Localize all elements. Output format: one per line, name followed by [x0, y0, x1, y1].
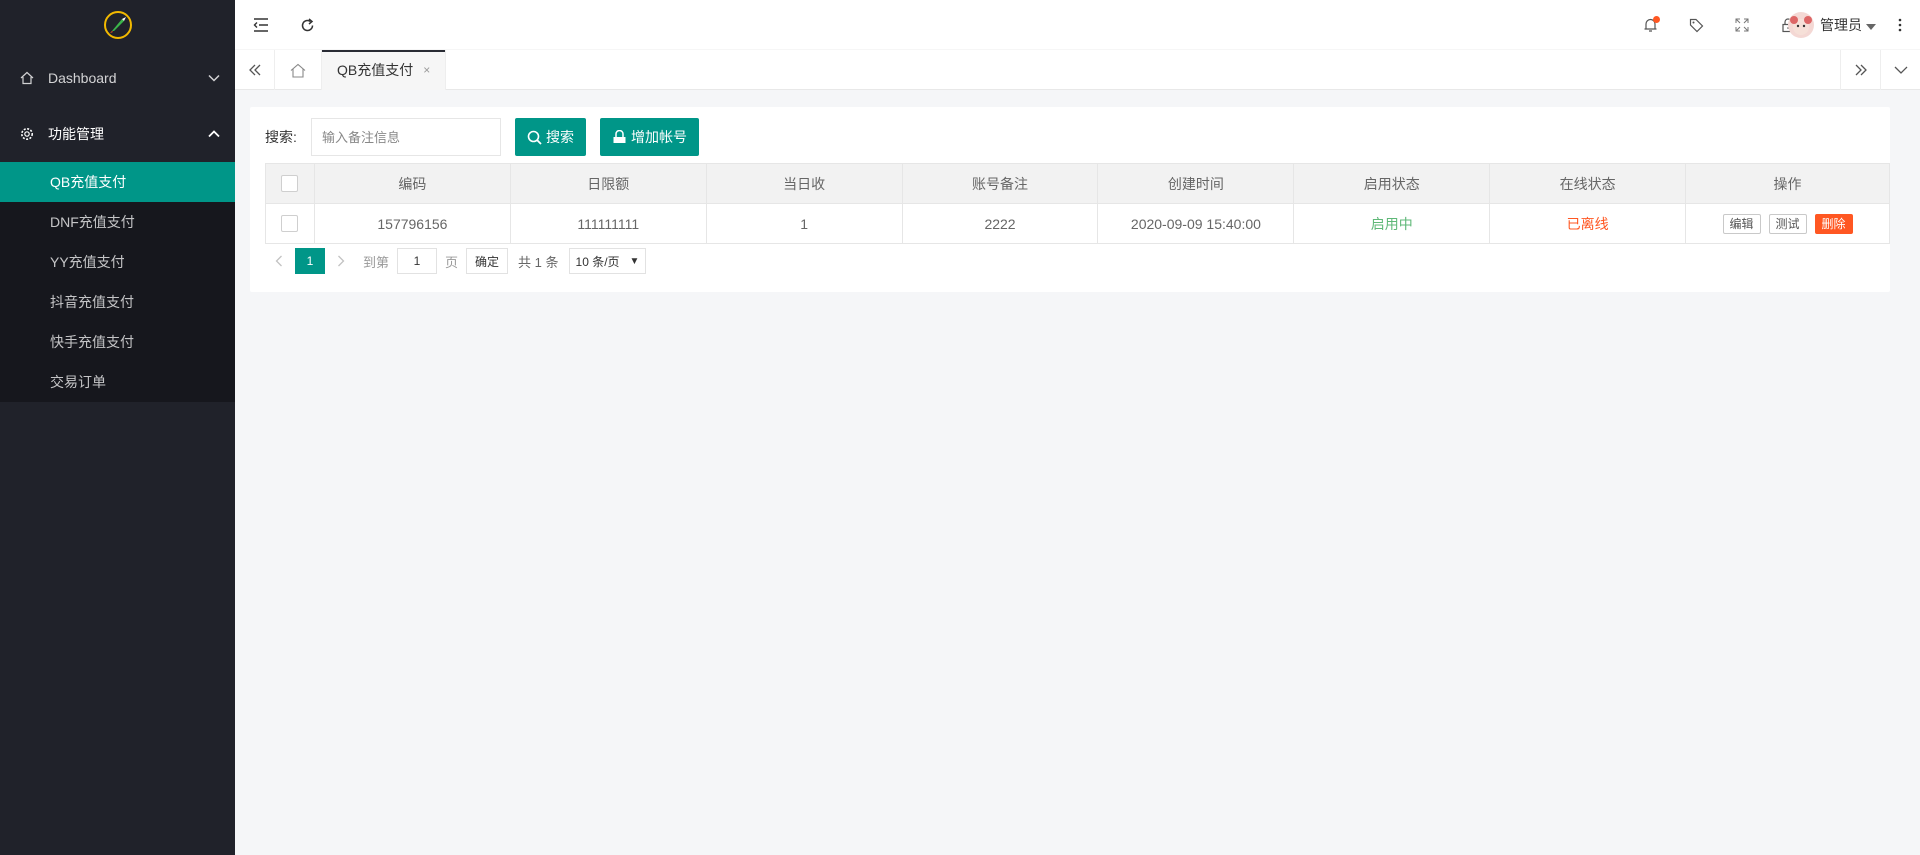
column-header: 操作	[1685, 163, 1890, 204]
current-page[interactable]: 1	[295, 248, 325, 274]
home-icon	[20, 71, 34, 85]
tabs-dropdown-icon[interactable]	[1880, 50, 1920, 90]
sidebar-item-yy[interactable]: YY充值支付	[0, 242, 235, 282]
page-size-value: 10 条/页	[575, 254, 620, 269]
goto-confirm-button[interactable]: 确定	[466, 248, 509, 274]
add-account-button[interactable]: 增加帐号	[600, 118, 699, 156]
main-content: 搜索: 搜索 增加帐号 编码 日限额 当日收 账号备注 创建时间	[235, 90, 1920, 855]
search-icon	[527, 130, 542, 145]
close-icon[interactable]: ×	[423, 63, 430, 77]
fullscreen-icon[interactable]	[1722, 0, 1762, 50]
search-input[interactable]	[311, 118, 501, 156]
total-count: 共 1 条	[518, 254, 559, 270]
cell-code: 157796156	[313, 203, 511, 244]
sidebar-item-douyin[interactable]: 抖音充值支付	[0, 282, 235, 322]
more-icon[interactable]	[1880, 0, 1920, 50]
column-header[interactable]: 在线状态	[1489, 163, 1687, 204]
refresh-icon[interactable]	[287, 0, 327, 50]
edit-button[interactable]: 编辑	[1722, 213, 1761, 234]
sidebar-group-function-management[interactable]: 功能管理	[0, 106, 235, 162]
search-label: 搜索:	[265, 129, 297, 145]
sidebar-item-qb[interactable]: QB充值支付	[0, 162, 235, 202]
home-tab-icon[interactable]	[275, 50, 322, 90]
sidebar-submenu: QB充值支付 DNF充值支付 YY充值支付 抖音充值支付 快手充值支付 交易订单	[0, 162, 235, 402]
content-card: 搜索: 搜索 增加帐号 编码 日限额 当日收 账号备注 创建时间	[250, 107, 1890, 292]
sidebar: Dashboard 功能管理 QB充值支付 DNF充值支付 YY充值支付 抖音充…	[0, 0, 235, 855]
avatar	[1788, 12, 1814, 38]
sidebar-group-label: 功能管理	[48, 126, 104, 142]
tab-label: QB充值支付	[337, 62, 414, 78]
search-button[interactable]: 搜索	[515, 118, 586, 156]
goto-label: 到第	[363, 254, 390, 270]
caret-down-icon	[1866, 17, 1876, 33]
search-button-label: 搜索	[546, 129, 574, 145]
table-row: 157796156 111111111 1 2222 2020-09-09 15…	[265, 203, 1890, 244]
column-header[interactable]: 编码	[313, 163, 511, 204]
cell-remark: 2222	[901, 203, 1099, 244]
sidebar-group-label: Dashboard	[48, 70, 117, 86]
accounts-table: 编码 日限额 当日收 账号备注 创建时间 启用状态 在线状态 操作 157796…	[265, 163, 1890, 244]
tag-icon[interactable]	[1676, 0, 1716, 50]
sidebar-item-kuaishou[interactable]: 快手充值支付	[0, 322, 235, 362]
add-account-label: 增加帐号	[631, 129, 687, 145]
rocket-logo-icon	[103, 11, 132, 39]
chevron-up-icon	[207, 127, 221, 141]
menu-fold-icon[interactable]	[241, 0, 281, 50]
cell-enabled-status: 启用中	[1293, 203, 1491, 244]
sidebar-group-dashboard[interactable]: Dashboard	[0, 50, 235, 106]
tabs-scroll-right-icon[interactable]	[1840, 50, 1880, 90]
column-header[interactable]: 当日收	[705, 163, 903, 204]
notification-dot	[1653, 16, 1660, 23]
pagination: 1 到第 页 确定 共 1 条 10 条/页 ▼	[265, 246, 647, 276]
row-select-cell[interactable]	[265, 203, 315, 244]
sidebar-item-orders[interactable]: 交易订单	[0, 362, 235, 402]
column-header[interactable]: 启用状态	[1293, 163, 1491, 204]
cell-created: 2020-09-09 15:40:00	[1097, 203, 1295, 244]
logo[interactable]	[0, 0, 235, 50]
tab-qb-recharge[interactable]: QB充值支付 ×	[322, 50, 447, 90]
tabs-bar: QB充值支付 ×	[235, 50, 1920, 90]
bell-icon[interactable]	[1630, 0, 1670, 50]
column-header[interactable]: 创建时间	[1097, 163, 1295, 204]
sidebar-item-dnf[interactable]: DNF充值支付	[0, 202, 235, 242]
delete-button[interactable]: 删除	[1814, 213, 1853, 234]
column-header[interactable]: 日限额	[509, 163, 707, 204]
test-button[interactable]: 测试	[1768, 213, 1807, 234]
cell-online-status: 已离线	[1489, 203, 1687, 244]
user-name: 管理员	[1820, 17, 1862, 33]
add-user-icon	[613, 130, 626, 143]
cell-daily-limit: 111111111	[509, 203, 707, 244]
select-all-checkbox[interactable]	[281, 175, 299, 193]
top-header: 管理员	[235, 0, 1920, 50]
caret-down-icon: ▼	[629, 255, 640, 267]
page-size-select[interactable]: 10 条/页 ▼	[568, 248, 647, 274]
column-header[interactable]: 账号备注	[901, 163, 1099, 204]
row-checkbox[interactable]	[281, 215, 299, 233]
header-select-all[interactable]	[265, 163, 315, 204]
chevron-down-icon	[207, 71, 221, 85]
page-unit: 页	[445, 254, 459, 270]
search-toolbar: 搜索: 搜索 增加帐号	[265, 117, 699, 157]
table-header-row: 编码 日限额 当日收 账号备注 创建时间 启用状态 在线状态 操作	[265, 163, 1890, 204]
user-menu[interactable]: 管理员	[1788, 0, 1876, 50]
gear-icon	[20, 127, 34, 141]
cell-today-received: 1	[705, 203, 903, 244]
tabs-scroll-left-icon[interactable]	[235, 50, 275, 90]
prev-page-icon[interactable]	[265, 248, 293, 274]
cell-actions: 编辑 测试 删除	[1685, 203, 1890, 244]
goto-page-input[interactable]	[397, 248, 438, 274]
next-page-icon[interactable]	[327, 248, 355, 274]
